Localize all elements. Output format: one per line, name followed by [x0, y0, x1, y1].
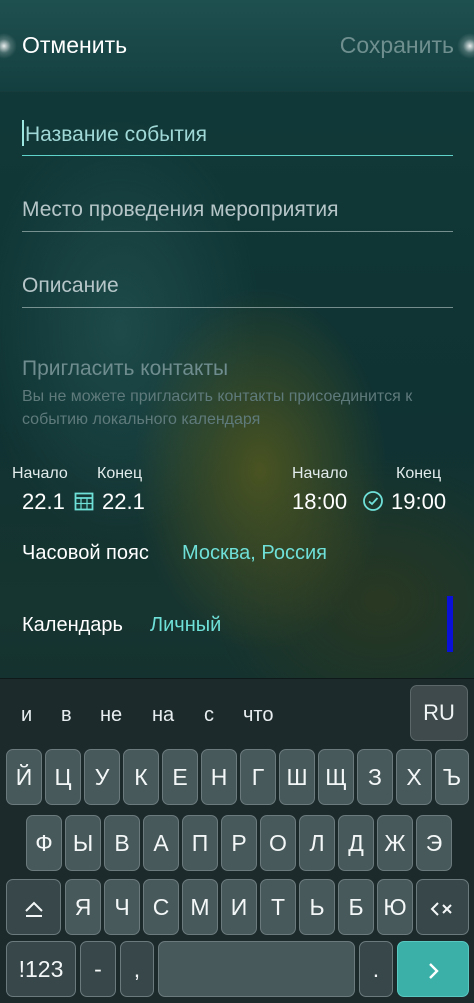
date-start-value[interactable]: 22.1 [22, 489, 65, 515]
calendar-color-indicator [447, 596, 453, 652]
key-letter[interactable]: В [104, 815, 140, 871]
key-letter[interactable]: Ш [279, 749, 315, 805]
key-letter[interactable]: Ч [104, 879, 140, 935]
time-start-label: Начало [292, 465, 348, 482]
key-letter[interactable]: Ц [45, 749, 81, 805]
invite-contacts-note: Вы не можете пригласить контакты присоед… [22, 388, 413, 428]
dash-key[interactable]: - [80, 941, 116, 997]
key-letter[interactable]: Б [338, 879, 374, 935]
sparkle-decoration [456, 32, 474, 60]
location-placeholder: Место проведения мероприятия [22, 198, 339, 221]
key-letter[interactable]: Э [416, 815, 452, 871]
key-letter[interactable]: И [221, 879, 257, 935]
clock-icon [363, 491, 383, 511]
language-key[interactable]: RU [410, 685, 468, 741]
comma-key[interactable]: , [120, 941, 154, 997]
key-letter[interactable]: О [260, 815, 296, 871]
key-letter[interactable]: Ъ [435, 749, 469, 805]
key-letter[interactable]: Н [201, 749, 237, 805]
description-input[interactable]: Описание [22, 264, 453, 308]
date-end-value[interactable]: 22.1 [102, 489, 145, 515]
key-letter[interactable]: Й [6, 749, 42, 805]
key-letter[interactable]: А [143, 815, 179, 871]
key-letter[interactable]: Ю [377, 879, 413, 935]
suggestion-item[interactable]: с [204, 704, 214, 727]
chevron-right-icon [429, 963, 439, 979]
suggestion-item[interactable]: не [100, 704, 122, 727]
text-caret [22, 120, 24, 146]
time-end-label: Конец [396, 465, 442, 482]
keyboard: и в не на с что RU Й Ц У К Е Н Г Ш Щ З Х… [0, 678, 474, 1003]
suggestion-bar: и в не на с что RU [0, 679, 474, 745]
date-end-label: Конец [97, 465, 143, 482]
suggestion-item[interactable]: и [21, 704, 32, 727]
numbers-key[interactable]: !123 [6, 941, 76, 997]
timezone-label: Часовой пояс [22, 542, 149, 564]
date-start-label: Начало [12, 465, 68, 482]
sparkle-decoration [0, 32, 18, 60]
suggestion-item[interactable]: что [243, 704, 273, 727]
key-letter[interactable]: С [143, 879, 179, 935]
space-key[interactable] [158, 941, 355, 997]
time-start-value[interactable]: 18:00 [292, 489, 347, 515]
key-letter[interactable]: П [182, 815, 218, 871]
shift-icon [24, 901, 43, 917]
key-letter[interactable]: Ф [26, 815, 62, 871]
calendar-value[interactable]: Личный [150, 614, 221, 637]
shift-key[interactable] [6, 879, 61, 935]
description-placeholder: Описание [22, 274, 119, 297]
event-title-placeholder: Название события [25, 123, 207, 146]
key-letter[interactable]: Х [396, 749, 432, 805]
key-letter[interactable]: У [84, 749, 120, 805]
invite-contacts-title[interactable]: Пригласить контакты [22, 357, 228, 381]
enter-key[interactable] [397, 941, 469, 997]
key-letter[interactable]: Т [260, 879, 296, 935]
key-letter[interactable]: Ж [377, 815, 413, 871]
backspace-key[interactable] [416, 879, 469, 935]
backspace-icon [430, 902, 452, 916]
top-bar: Отменить Сохранить [0, 0, 474, 92]
suggestion-item[interactable]: на [152, 704, 174, 727]
key-letter[interactable]: Д [338, 815, 374, 871]
period-key[interactable]: . [359, 941, 393, 997]
key-letter[interactable]: Е [162, 749, 198, 805]
key-letter[interactable]: Г [240, 749, 276, 805]
key-letter[interactable]: Ь [299, 879, 335, 935]
key-letter[interactable]: Щ [318, 749, 354, 805]
timezone-value[interactable]: Москва, Россия [182, 542, 327, 565]
event-title-input[interactable]: Название события [22, 112, 453, 156]
cancel-button[interactable]: Отменить [22, 32, 127, 59]
key-letter[interactable]: Я [65, 879, 101, 935]
location-input[interactable]: Место проведения мероприятия [22, 188, 453, 232]
calendar-label: Календарь [22, 614, 123, 636]
suggestion-item[interactable]: в [61, 704, 72, 727]
key-letter[interactable]: Л [299, 815, 335, 871]
time-end-value[interactable]: 19:00 [391, 489, 446, 515]
save-button[interactable]: Сохранить [340, 32, 454, 59]
key-letter[interactable]: М [182, 879, 218, 935]
key-letter[interactable]: К [123, 749, 159, 805]
key-letter[interactable]: З [357, 749, 393, 805]
key-letter[interactable]: Р [221, 815, 257, 871]
calendar-icon [74, 492, 94, 511]
key-letter[interactable]: Ы [65, 815, 101, 871]
